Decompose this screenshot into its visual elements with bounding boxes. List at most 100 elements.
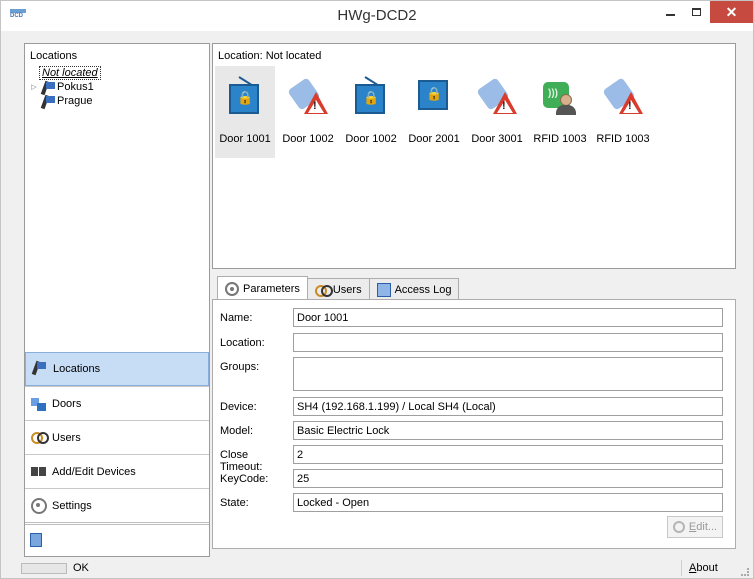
resize-grip[interactable] [741,568,749,576]
tab-access-log[interactable]: Access Log [368,278,460,300]
expand-arrow-icon[interactable]: ▷ [29,83,39,91]
nav-item-add-edit-devices[interactable]: Add/Edit Devices [25,454,209,488]
tree-item-pokus1[interactable]: ▷ Pokus1 [29,80,207,94]
maximize-icon [691,8,701,16]
keycode-field[interactable]: 25 [293,469,723,488]
locations-panel-header: Locations [30,50,78,62]
door-lock-icon [414,76,454,116]
device-label: Device: [220,401,257,413]
title-bar: DCD HWg-DCD2 ✕ [1,1,753,31]
device-item[interactable]: RFID 1003 [530,66,590,158]
location-field[interactable] [293,333,723,352]
maximize-button[interactable] [683,1,709,23]
tree-item-not-located[interactable]: Not located [29,66,207,80]
name-field[interactable]: Door 1001 [293,308,723,327]
tab-parameters[interactable]: Parameters [217,276,308,300]
gear-icon [225,281,239,296]
log-icon [376,282,391,297]
device-label: Door 3001 [471,133,523,145]
edit-button-label: Edit... [688,521,718,533]
edit-button[interactable]: Edit... [667,516,723,538]
window-title: HWg-DCD2 [337,7,417,24]
device-item[interactable]: ! RFID 1003 [593,66,653,158]
locations-tree: Not located ▷ Pokus1 Prague [29,66,207,108]
nav-item-label: Locations [53,363,101,375]
keycode-label: KeyCode: [220,473,269,485]
location-devices-panel: Location: Not located Door 1001 ! Door 1… [212,43,736,269]
tab-label: Access Log [394,283,452,296]
gear-icon [31,497,47,514]
field-row-groups: Groups: [220,357,723,391]
location-label: Location: [220,337,265,349]
minimize-button[interactable] [657,1,683,23]
locations-panel: Locations Not located ▷ Pokus1 Prague Lo… [24,43,210,557]
devices-icon [31,464,47,480]
location-pin-icon [41,95,55,107]
groups-field[interactable] [293,357,723,391]
disconnected-warning-icon: ! [287,76,328,116]
device-list: Door 1001 ! Door 1002 Door 1002 Door 200… [215,66,656,158]
tree-item-label: Prague [57,95,93,107]
nav-item-label: Users [52,431,81,444]
device-field[interactable]: SH4 (192.168.1.199) / Local SH4 (Local) [293,397,723,416]
nav-item-locations[interactable]: Locations [25,352,209,386]
location-pin-icon [32,361,48,377]
door-lock-icon [351,76,391,116]
device-label: RFID 1003 [533,133,587,145]
disconnected-warning-icon: ! [476,76,517,116]
name-label: Name: [220,312,253,324]
parameters-form: Name: Door 1001 Location: Groups: Device… [212,299,736,549]
device-label: Door 1001 [219,133,271,145]
nav-item-settings[interactable]: Settings [25,488,209,522]
field-row-name: Name: Door 1001 [220,308,723,327]
users-icon [31,430,49,446]
groups-label: Groups: [220,361,260,373]
model-label: Model: [220,425,254,437]
nav-overflow[interactable] [25,522,209,556]
field-row-state: State: Locked - Open [220,493,723,512]
status-text: OK [73,562,89,574]
tab-label: Users [332,283,362,296]
about-button[interactable]: About [689,562,718,574]
minimize-icon [665,14,675,16]
nav-item-label: Doors [52,397,82,410]
nav-menu: Locations Doors Users Add/Edit Devices S… [25,352,209,522]
close-button[interactable]: ✕ [710,1,753,23]
model-field[interactable]: Basic Electric Lock [293,421,723,440]
tree-item-label[interactable]: Not located [39,66,101,80]
nav-item-doors[interactable]: Doors [25,386,209,420]
field-row-device: Device: SH4 (192.168.1.199) / Local SH4 … [220,397,723,416]
gear-icon [672,521,685,533]
door-lock-icon [225,76,265,116]
device-label: RFID 1003 [596,133,650,145]
progress-bar [21,563,67,574]
device-item[interactable]: ! Door 1002 [278,66,338,158]
tree-item-label: Pokus1 [57,81,94,93]
state-label: State: [220,497,249,509]
device-label: Door 2001 [408,133,460,145]
status-bar: OK About [1,557,753,579]
divider [681,560,682,576]
tree-item-prague[interactable]: Prague [29,94,207,108]
users-icon [314,283,333,297]
doors-icon [31,396,47,412]
field-row-location: Location: [220,333,723,352]
device-item[interactable]: Door 1001 [215,66,275,158]
log-icon[interactable] [30,533,42,547]
nav-item-label: Settings [52,499,92,512]
device-item[interactable]: Door 1002 [341,66,401,158]
close-timeout-field[interactable]: 2 [293,445,723,464]
field-row-keycode: KeyCode: 25 [220,469,723,488]
device-label: Door 1002 [282,133,334,145]
nav-item-users[interactable]: Users [25,420,209,454]
rfid-user-icon [540,76,580,116]
device-item[interactable]: Door 2001 [404,66,464,158]
details-tabs: Parameters Users Access Log [217,276,460,300]
device-item[interactable]: ! Door 3001 [467,66,527,158]
nav-item-label: Add/Edit Devices [52,465,136,478]
details-panel: Parameters Users Access Log Name: Door 1… [212,273,736,549]
disconnected-warning-icon: ! [602,76,643,116]
state-field[interactable]: Locked - Open [293,493,723,512]
tab-users[interactable]: Users [306,278,370,300]
app-window: DCD HWg-DCD2 ✕ Locations Not located ▷ P… [0,0,754,579]
